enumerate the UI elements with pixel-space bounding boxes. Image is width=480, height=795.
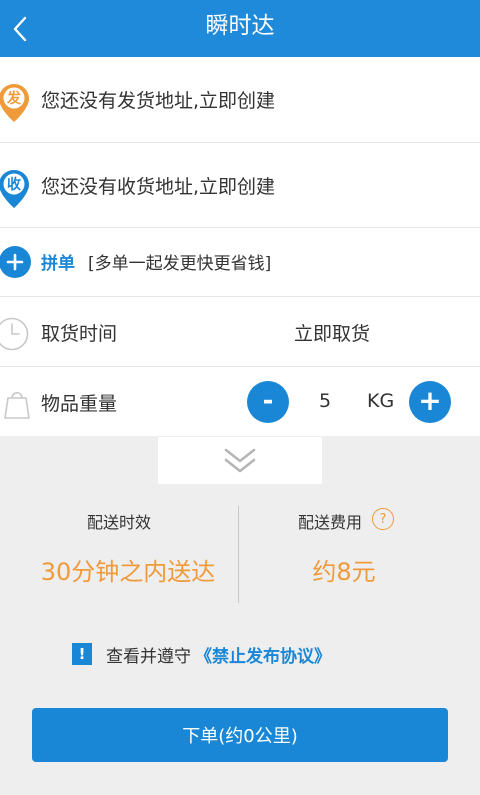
prohibited-agreement-link[interactable]: 《禁止发布协议》 xyxy=(195,642,331,667)
delivery-time-value: 30分钟之内送达 xyxy=(40,558,216,586)
place-order-label: 下单(约0公里) xyxy=(182,726,298,747)
pickup-time-value[interactable]: 立即取货 xyxy=(294,319,370,346)
receiver-badge: 收 xyxy=(7,176,22,193)
weight-value: 5 xyxy=(318,390,332,412)
expand-toggle[interactable] xyxy=(158,437,322,484)
double-chevron-down-icon xyxy=(224,448,256,472)
delivery-time-label: 配送时效 xyxy=(86,513,151,532)
combine-order-row[interactable]: 拼单 [多单一起发更快更省钱] xyxy=(0,228,480,297)
receiver-address-row[interactable]: 收 您还没有收货地址,立即创建 xyxy=(0,143,480,228)
minus-icon: - xyxy=(262,385,274,416)
weight-plus-button[interactable]: + xyxy=(409,381,451,423)
exclamation-icon: ! xyxy=(72,643,92,665)
receiver-pin-icon: 收 xyxy=(0,170,29,208)
combine-label: 拼单 xyxy=(41,254,75,274)
back-button[interactable] xyxy=(0,0,40,57)
receiver-address-text: 您还没有收货地址,立即创建 xyxy=(41,175,276,198)
sender-badge: 发 xyxy=(6,90,22,107)
delivery-fee-label: 配送费用 xyxy=(297,513,362,532)
help-icon[interactable]: ? xyxy=(372,508,394,530)
bag-icon xyxy=(4,391,30,419)
app-header: 瞬时达 xyxy=(0,0,480,57)
weight-minus-button[interactable]: - xyxy=(247,381,289,423)
sender-pin-icon: 发 xyxy=(0,84,29,122)
add-combine-icon xyxy=(0,246,31,278)
weight-unit: KG xyxy=(367,390,395,412)
place-order-button[interactable]: 下单(约0公里) xyxy=(32,708,448,762)
sender-address-row[interactable]: 发 您还没有发货地址,立即创建 xyxy=(0,57,480,143)
sender-address-text: 您还没有发货地址,立即创建 xyxy=(41,90,276,112)
notice-text: 查看并遵守 xyxy=(106,646,191,667)
pickup-time-row[interactable]: 取货时间 立即取货 xyxy=(0,297,480,367)
page-title: 瞬时达 xyxy=(205,13,275,39)
clock-icon xyxy=(0,317,29,351)
weight-label: 物品重量 xyxy=(41,393,118,415)
weight-row: 物品重量 - 5 KG + xyxy=(0,367,480,436)
delivery-fee-value: 约8元 xyxy=(312,558,376,586)
pickup-time-label: 取货时间 xyxy=(41,323,118,345)
agreement-notice: ! 查看并遵守 《禁止发布协议》 xyxy=(72,641,331,667)
combine-hint: [多单一起发更快更省钱] xyxy=(88,254,272,274)
plus-icon: + xyxy=(418,383,442,417)
chevron-left-icon xyxy=(13,16,27,41)
